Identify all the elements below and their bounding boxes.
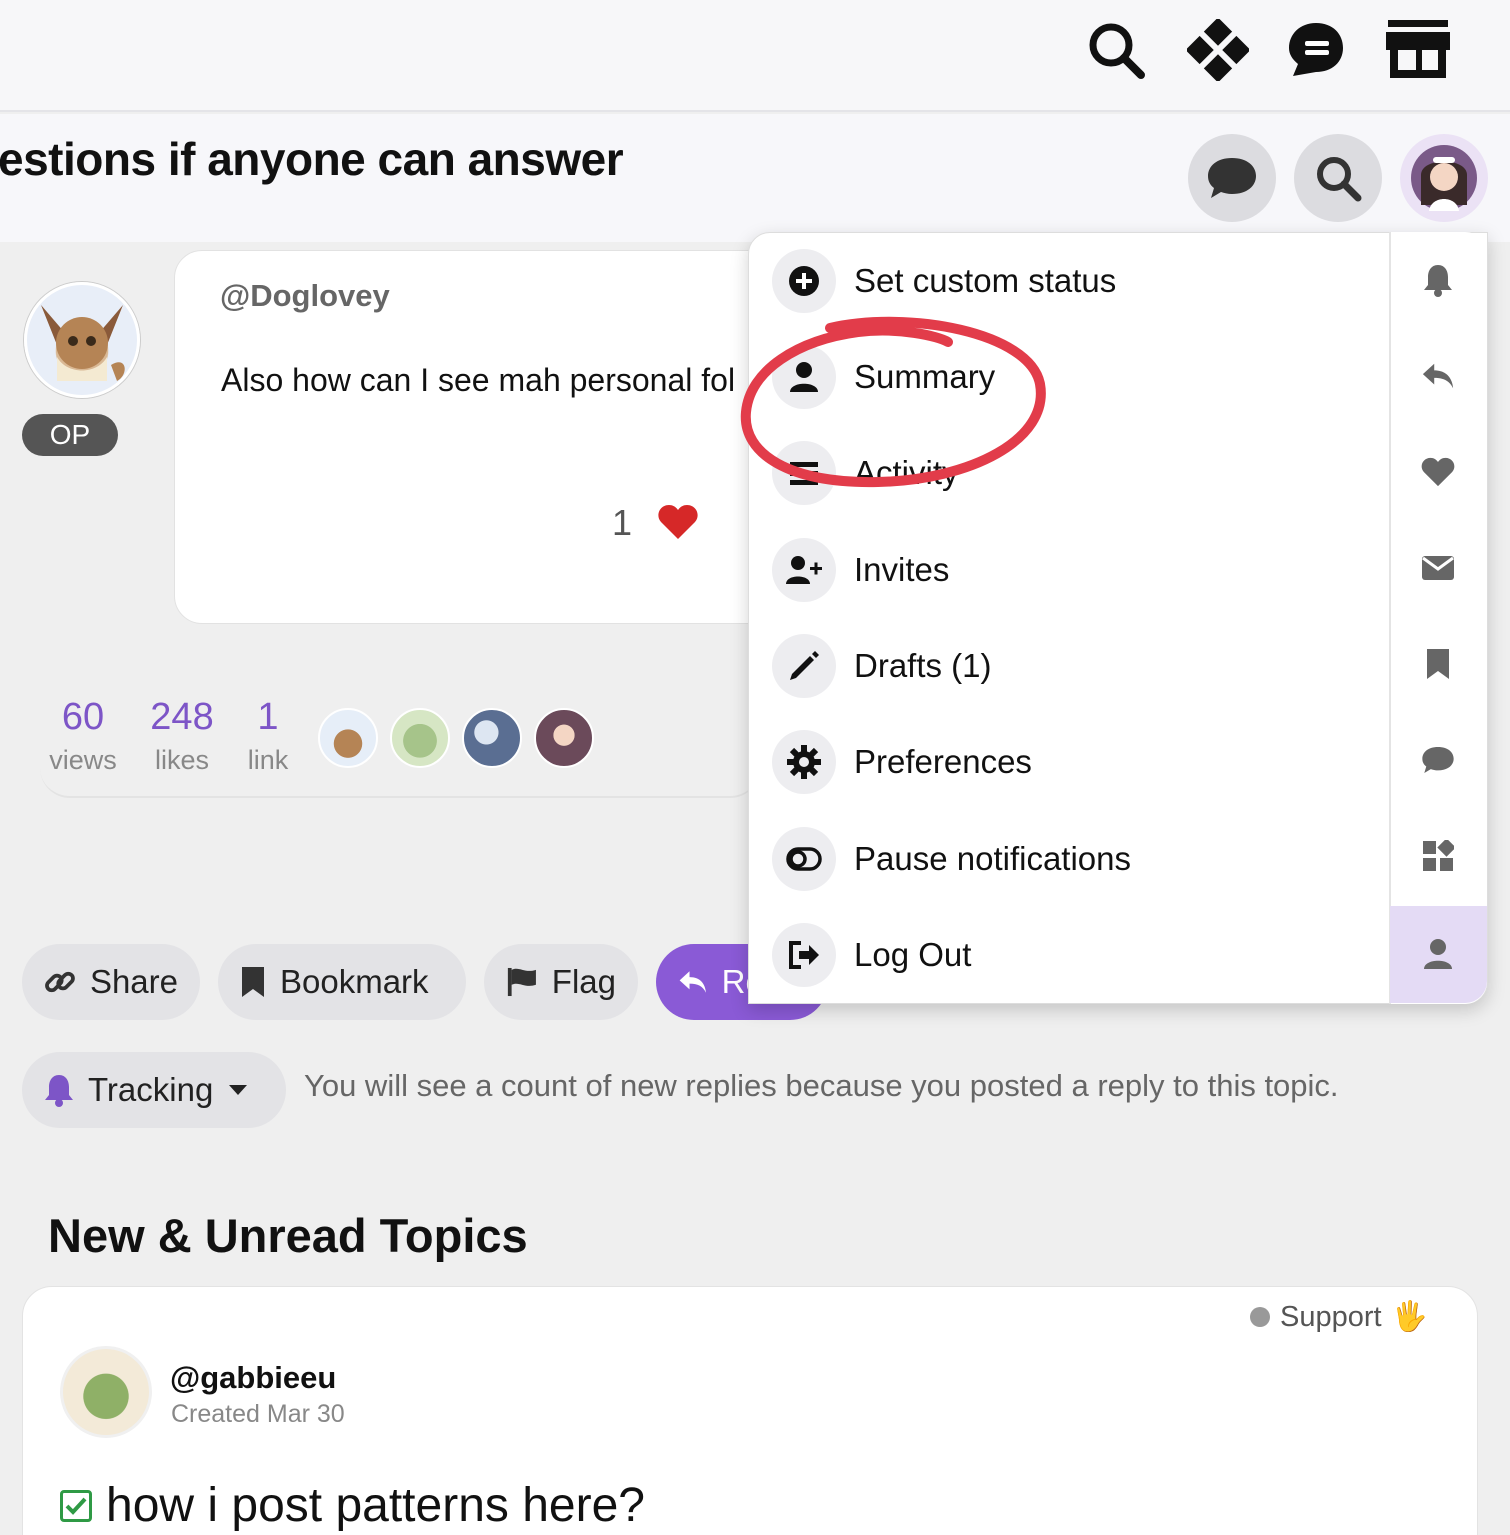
header-search-button[interactable] bbox=[1294, 134, 1382, 222]
search-icon[interactable] bbox=[1084, 18, 1148, 82]
menu-item-pause-notifications[interactable]: Pause notifications bbox=[772, 826, 1131, 892]
raised-hand-emoji: 🖐 bbox=[1391, 1301, 1428, 1333]
topic-list-title-text: how i post patterns here? bbox=[106, 1479, 645, 1532]
post-body: Also how can I see mah personal fol bbox=[221, 362, 736, 398]
envelope-icon[interactable] bbox=[1414, 544, 1462, 592]
category-badge[interactable]: Support 🖐 bbox=[1250, 1300, 1428, 1334]
check-square-icon bbox=[60, 1489, 92, 1522]
tracking-label: Tracking bbox=[88, 1071, 214, 1108]
menu-item-log-out[interactable]: Log Out bbox=[772, 922, 971, 988]
bookmark-button[interactable]: Bookmark bbox=[218, 944, 466, 1020]
stat-label: likes bbox=[154, 745, 209, 775]
chat-icon bbox=[1208, 158, 1256, 198]
bookmark-icon bbox=[242, 967, 264, 997]
flag-label: Flag bbox=[551, 963, 616, 1000]
reply-icon bbox=[679, 971, 706, 993]
link-icon bbox=[45, 971, 75, 993]
stat-likes: 248 likes bbox=[144, 696, 220, 776]
chat-button[interactable] bbox=[1188, 134, 1276, 222]
search-icon bbox=[1317, 157, 1362, 202]
reply-icon[interactable] bbox=[1414, 352, 1462, 400]
menu-item-summary[interactable]: Summary bbox=[772, 344, 995, 410]
user-plus-icon bbox=[772, 538, 836, 602]
tracking-dropdown[interactable]: Tracking bbox=[22, 1052, 286, 1128]
share-label: Share bbox=[89, 963, 178, 1000]
user-icon bbox=[772, 345, 836, 409]
op-badge: OP bbox=[22, 414, 118, 456]
stat-views: 60 views bbox=[44, 696, 122, 776]
section-heading: New & Unread Topics bbox=[48, 1209, 528, 1262]
user-avatar-button[interactable] bbox=[1400, 134, 1488, 222]
stat-label: link bbox=[247, 745, 289, 775]
post-author[interactable]: @Doglovey bbox=[220, 278, 390, 314]
tracking-description: You will see a count of new replies beca… bbox=[304, 1068, 1339, 1103]
menu-item-drafts[interactable]: Drafts (1) bbox=[772, 633, 992, 699]
pencil-icon bbox=[772, 634, 836, 698]
bell-icon[interactable] bbox=[1414, 256, 1462, 304]
menu-item-label: Set custom status bbox=[854, 262, 1117, 299]
participant-avatar[interactable] bbox=[534, 708, 594, 768]
stat-link: 1 link bbox=[240, 696, 296, 776]
topic-author[interactable]: @gabbieeu bbox=[170, 1360, 336, 1396]
post-author-avatar[interactable] bbox=[24, 282, 140, 398]
menu-item-label: Preferences bbox=[854, 743, 1032, 780]
avatar bbox=[1411, 145, 1477, 211]
menu-item-activity[interactable]: Activity bbox=[772, 440, 959, 506]
bell-icon bbox=[45, 1075, 73, 1107]
participant-avatar[interactable] bbox=[318, 708, 378, 768]
stat-value: 60 bbox=[61, 696, 105, 738]
chat-bubble-icon[interactable] bbox=[1284, 18, 1348, 82]
menu-item-preferences[interactable]: Preferences bbox=[772, 729, 1032, 795]
menu-item-label: Drafts (1) bbox=[854, 647, 992, 684]
flag-button[interactable]: Flag bbox=[484, 944, 638, 1020]
share-button[interactable]: Share bbox=[22, 944, 200, 1020]
heart-icon[interactable] bbox=[658, 504, 698, 545]
heart-icon[interactable] bbox=[1414, 448, 1462, 496]
menu-item-label: Activity bbox=[854, 454, 959, 491]
menu-item-set-custom-status[interactable]: Set custom status bbox=[772, 248, 1116, 314]
topic-title[interactable]: estions if anyone can answer bbox=[0, 132, 624, 186]
participant-avatar[interactable] bbox=[390, 708, 450, 768]
participant-avatar[interactable] bbox=[462, 708, 522, 768]
bookmark-icon[interactable] bbox=[1414, 640, 1462, 688]
gear-icon bbox=[772, 730, 836, 794]
stream-icon bbox=[772, 441, 836, 505]
category-dot bbox=[1250, 1307, 1270, 1327]
user-menu-tabs bbox=[1389, 232, 1487, 1004]
plus-circle-icon bbox=[772, 249, 836, 313]
sign-out-icon bbox=[772, 923, 836, 987]
bookmark-label: Bookmark bbox=[280, 963, 429, 1000]
caret-down-icon bbox=[229, 1085, 248, 1095]
shapes-icon[interactable] bbox=[1414, 832, 1462, 880]
menu-item-label: Summary bbox=[854, 358, 996, 395]
menu-item-label: Pause notifications bbox=[854, 840, 1132, 877]
diamond-grid-icon[interactable] bbox=[1186, 18, 1250, 82]
stat-label: views bbox=[49, 745, 117, 775]
menu-item-invites[interactable]: Invites bbox=[772, 537, 949, 603]
chat-icon[interactable] bbox=[1414, 736, 1462, 784]
topic-list-title[interactable]: how i post patterns here? bbox=[60, 1478, 645, 1533]
flag-icon bbox=[507, 967, 536, 997]
topic-author-avatar[interactable] bbox=[60, 1346, 152, 1438]
stat-value: 248 bbox=[150, 696, 214, 738]
user-icon[interactable] bbox=[1414, 930, 1462, 978]
like-count[interactable]: 1 bbox=[612, 502, 632, 544]
toggle-icon bbox=[772, 827, 836, 891]
topic-created-date: Created Mar 30 bbox=[171, 1400, 345, 1428]
category-label: Support bbox=[1280, 1300, 1382, 1333]
stat-value: 1 bbox=[257, 696, 279, 738]
menu-item-label: Log Out bbox=[854, 936, 972, 973]
store-icon[interactable] bbox=[1386, 18, 1450, 82]
menu-item-label: Invites bbox=[854, 551, 950, 588]
